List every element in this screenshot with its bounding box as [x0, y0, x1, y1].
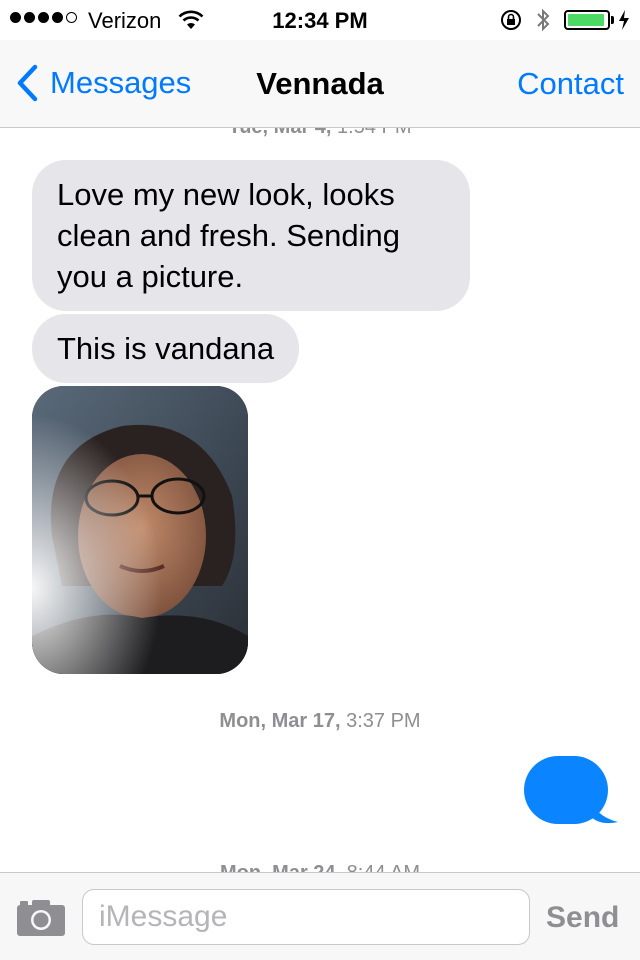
back-button[interactable]: Messages — [16, 64, 191, 102]
status-bar: Verizon 12:34 PM — [0, 0, 640, 40]
message-thread[interactable]: Tue, Mar 4, 1:54 PM Love my new look, lo… — [0, 128, 640, 872]
timestamp: Tue, Mar 4, 1:54 PM — [0, 128, 640, 139]
bluetooth-icon — [535, 6, 551, 39]
camera-button[interactable] — [16, 897, 66, 942]
incoming-message-bubble[interactable]: This is vandana — [32, 314, 300, 383]
battery-icon — [564, 10, 610, 30]
timestamp: Mon, Mar 17, 3:37 PM — [219, 710, 421, 732]
camera-icon — [17, 900, 65, 936]
outgoing-bubble-tail — [590, 796, 618, 824]
nav-bar: Messages Vennada Contact — [0, 40, 640, 128]
orientation-lock-icon — [500, 9, 522, 36]
incoming-photo-message[interactable] — [32, 386, 248, 674]
timestamp: Mon, Mar 24, 8:44 AM — [0, 862, 640, 872]
contact-button[interactable]: Contact — [517, 66, 624, 102]
charging-icon — [618, 10, 630, 35]
back-button-label: Messages — [50, 65, 192, 100]
message-input[interactable] — [82, 889, 530, 945]
send-button[interactable]: Send — [546, 901, 619, 935]
chevron-left-icon — [17, 64, 38, 102]
message-input-bar: Send — [0, 872, 640, 960]
incoming-message-bubble[interactable]: Love my new look, looks clean and fresh.… — [32, 160, 470, 311]
